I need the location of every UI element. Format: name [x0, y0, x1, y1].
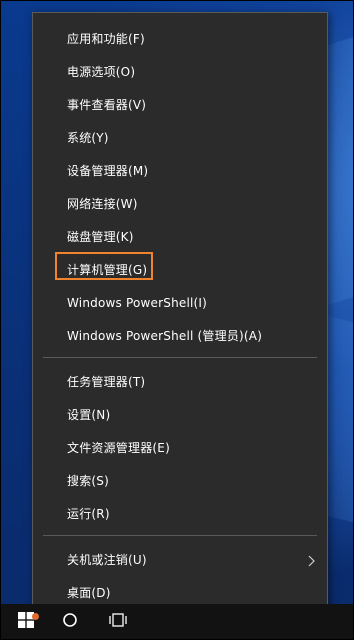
menu-item-device-manager[interactable]: 设备管理器(M) [33, 155, 327, 188]
task-view-button[interactable] [96, 604, 140, 640]
cortana-search-button[interactable] [48, 604, 92, 640]
menu-list: 应用和功能(F) 电源选项(O) 事件查看器(V) 系统(Y) 设备管理器(M)… [33, 23, 327, 610]
menu-item-label: 关机或注销(U) [67, 553, 147, 567]
menu-item-powershell[interactable]: Windows PowerShell(I) [33, 287, 327, 320]
menu-item-label: 网络连接(W) [67, 197, 138, 211]
menu-item-apps-features[interactable]: 应用和功能(F) [33, 23, 327, 56]
menu-item-label: 搜索(S) [67, 474, 109, 488]
menu-separator [43, 535, 317, 536]
menu-item-label: Windows PowerShell (管理员)(A) [67, 329, 263, 343]
winx-context-menu: 应用和功能(F) 电源选项(O) 事件查看器(V) 系统(Y) 设备管理器(M)… [32, 12, 328, 606]
menu-item-label: Windows PowerShell(I) [67, 296, 208, 310]
menu-item-label: 计算机管理(G) [67, 263, 148, 277]
menu-item-network-connections[interactable]: 网络连接(W) [33, 188, 327, 221]
menu-item-label: 应用和功能(F) [67, 32, 145, 46]
menu-item-shutdown-signout[interactable]: 关机或注销(U) [33, 544, 327, 577]
menu-item-task-manager[interactable]: 任务管理器(T) [33, 366, 327, 399]
menu-item-system[interactable]: 系统(Y) [33, 122, 327, 155]
menu-item-powershell-admin[interactable]: Windows PowerShell (管理员)(A) [33, 320, 327, 353]
menu-item-label: 电源选项(O) [67, 65, 136, 79]
menu-item-event-viewer[interactable]: 事件查看器(V) [33, 89, 327, 122]
notification-dot-icon [32, 613, 39, 620]
menu-item-label: 运行(R) [67, 507, 110, 521]
taskbar [0, 604, 354, 640]
menu-item-search[interactable]: 搜索(S) [33, 465, 327, 498]
menu-item-computer-management[interactable]: 计算机管理(G) [33, 254, 327, 287]
start-button[interactable] [4, 604, 48, 640]
chevron-right-icon [305, 544, 317, 577]
menu-item-label: 任务管理器(T) [67, 375, 146, 389]
menu-item-label: 系统(Y) [67, 131, 109, 145]
menu-item-label: 磁盘管理(K) [67, 230, 134, 244]
cortana-circle-icon [62, 612, 78, 632]
menu-separator [43, 357, 317, 358]
menu-item-disk-management[interactable]: 磁盘管理(K) [33, 221, 327, 254]
menu-item-label: 文件资源管理器(E) [67, 441, 170, 455]
menu-item-label: 事件查看器(V) [67, 98, 147, 112]
menu-item-settings[interactable]: 设置(N) [33, 399, 327, 432]
task-view-icon [108, 612, 128, 632]
menu-item-label: 设备管理器(M) [67, 164, 149, 178]
menu-item-run[interactable]: 运行(R) [33, 498, 327, 531]
menu-item-label: 设置(N) [67, 408, 111, 422]
menu-item-power-options[interactable]: 电源选项(O) [33, 56, 327, 89]
menu-item-label: 桌面(D) [67, 586, 111, 600]
menu-item-file-explorer[interactable]: 文件资源管理器(E) [33, 432, 327, 465]
